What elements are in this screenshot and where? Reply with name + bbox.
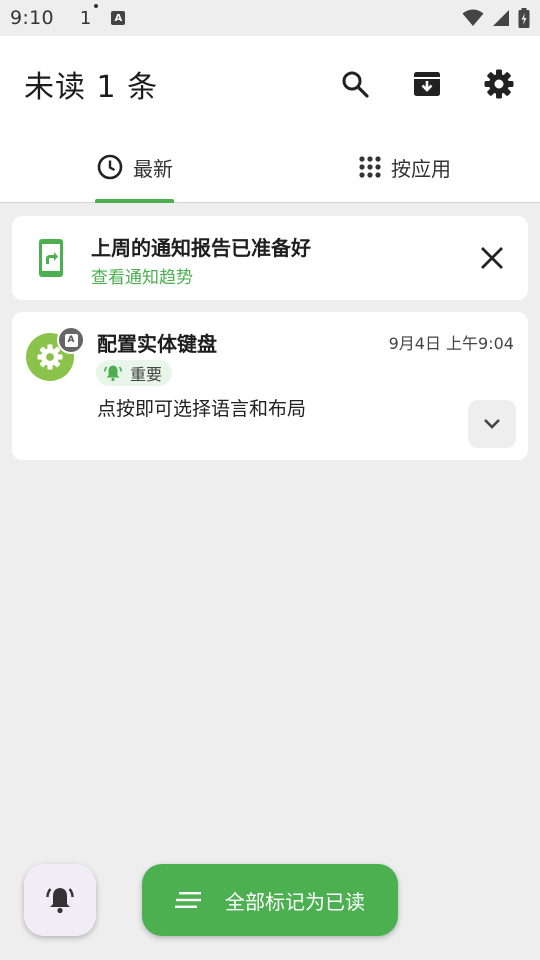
status-notification-count: 1 bbox=[80, 3, 99, 29]
phone-share-icon bbox=[39, 239, 63, 277]
tab-by-app[interactable]: 按应用 bbox=[270, 132, 540, 202]
bell-alert-icon bbox=[104, 365, 122, 382]
chevron-down-icon bbox=[484, 419, 500, 429]
input-method-icon: A bbox=[111, 11, 126, 25]
notification-body: 点按即可选择语言和布局 bbox=[97, 398, 307, 420]
apps-grid-icon bbox=[359, 156, 381, 178]
tab-bar: 最新 按应用 bbox=[0, 132, 540, 203]
tab-latest[interactable]: 最新 bbox=[0, 132, 270, 203]
mark-read-icon bbox=[175, 892, 201, 908]
view-trends-link[interactable]: 查看通知趋势 bbox=[91, 263, 193, 288]
search-button[interactable] bbox=[340, 69, 370, 99]
tab-by-app-label: 按应用 bbox=[391, 156, 451, 181]
wifi-icon bbox=[462, 9, 484, 26]
search-icon bbox=[342, 71, 369, 98]
notification-time: 9月4日 上午9:04 bbox=[388, 334, 514, 353]
priority-chip: 重要 bbox=[96, 360, 173, 386]
notification-filter-button[interactable] bbox=[24, 864, 96, 936]
app-badge: A bbox=[57, 326, 85, 354]
status-bar: 9:10 1 A bbox=[0, 0, 540, 36]
bell-ring-icon bbox=[46, 888, 74, 914]
signal-icon bbox=[493, 10, 509, 26]
mark-all-read-button[interactable]: 全部标记为已读 bbox=[142, 864, 398, 936]
settings-button[interactable] bbox=[484, 69, 514, 99]
clock-icon bbox=[97, 154, 123, 180]
tab-indicator bbox=[95, 199, 174, 203]
close-icon bbox=[481, 247, 503, 269]
app-icon-group: A bbox=[26, 326, 85, 385]
page-title: 未读 1 条 bbox=[24, 70, 159, 105]
priority-label: 重要 bbox=[130, 365, 163, 384]
dismiss-report-button[interactable] bbox=[478, 244, 506, 272]
report-title: 上周的通知报告已准备好 bbox=[91, 236, 311, 260]
tab-latest-label: 最新 bbox=[133, 156, 173, 181]
weekly-report-card[interactable]: 上周的通知报告已准备好 查看通知趋势 bbox=[12, 216, 528, 300]
battery-icon bbox=[518, 8, 530, 28]
notification-card[interactable]: A 配置实体键盘 9月4日 上午9:04 重要 点按即可选择语言和布局 bbox=[12, 312, 528, 460]
archive-icon bbox=[414, 72, 440, 96]
notification-title: 配置实体键盘 bbox=[97, 332, 217, 356]
keyboard-badge-icon: A bbox=[64, 333, 78, 347]
archive-button[interactable] bbox=[412, 69, 442, 99]
expand-button[interactable] bbox=[468, 400, 516, 448]
mark-all-read-label: 全部标记为已读 bbox=[225, 889, 365, 914]
app-bar: 未读 1 条 bbox=[0, 36, 540, 132]
settings-icon bbox=[484, 69, 514, 99]
status-time: 9:10 bbox=[10, 7, 54, 29]
